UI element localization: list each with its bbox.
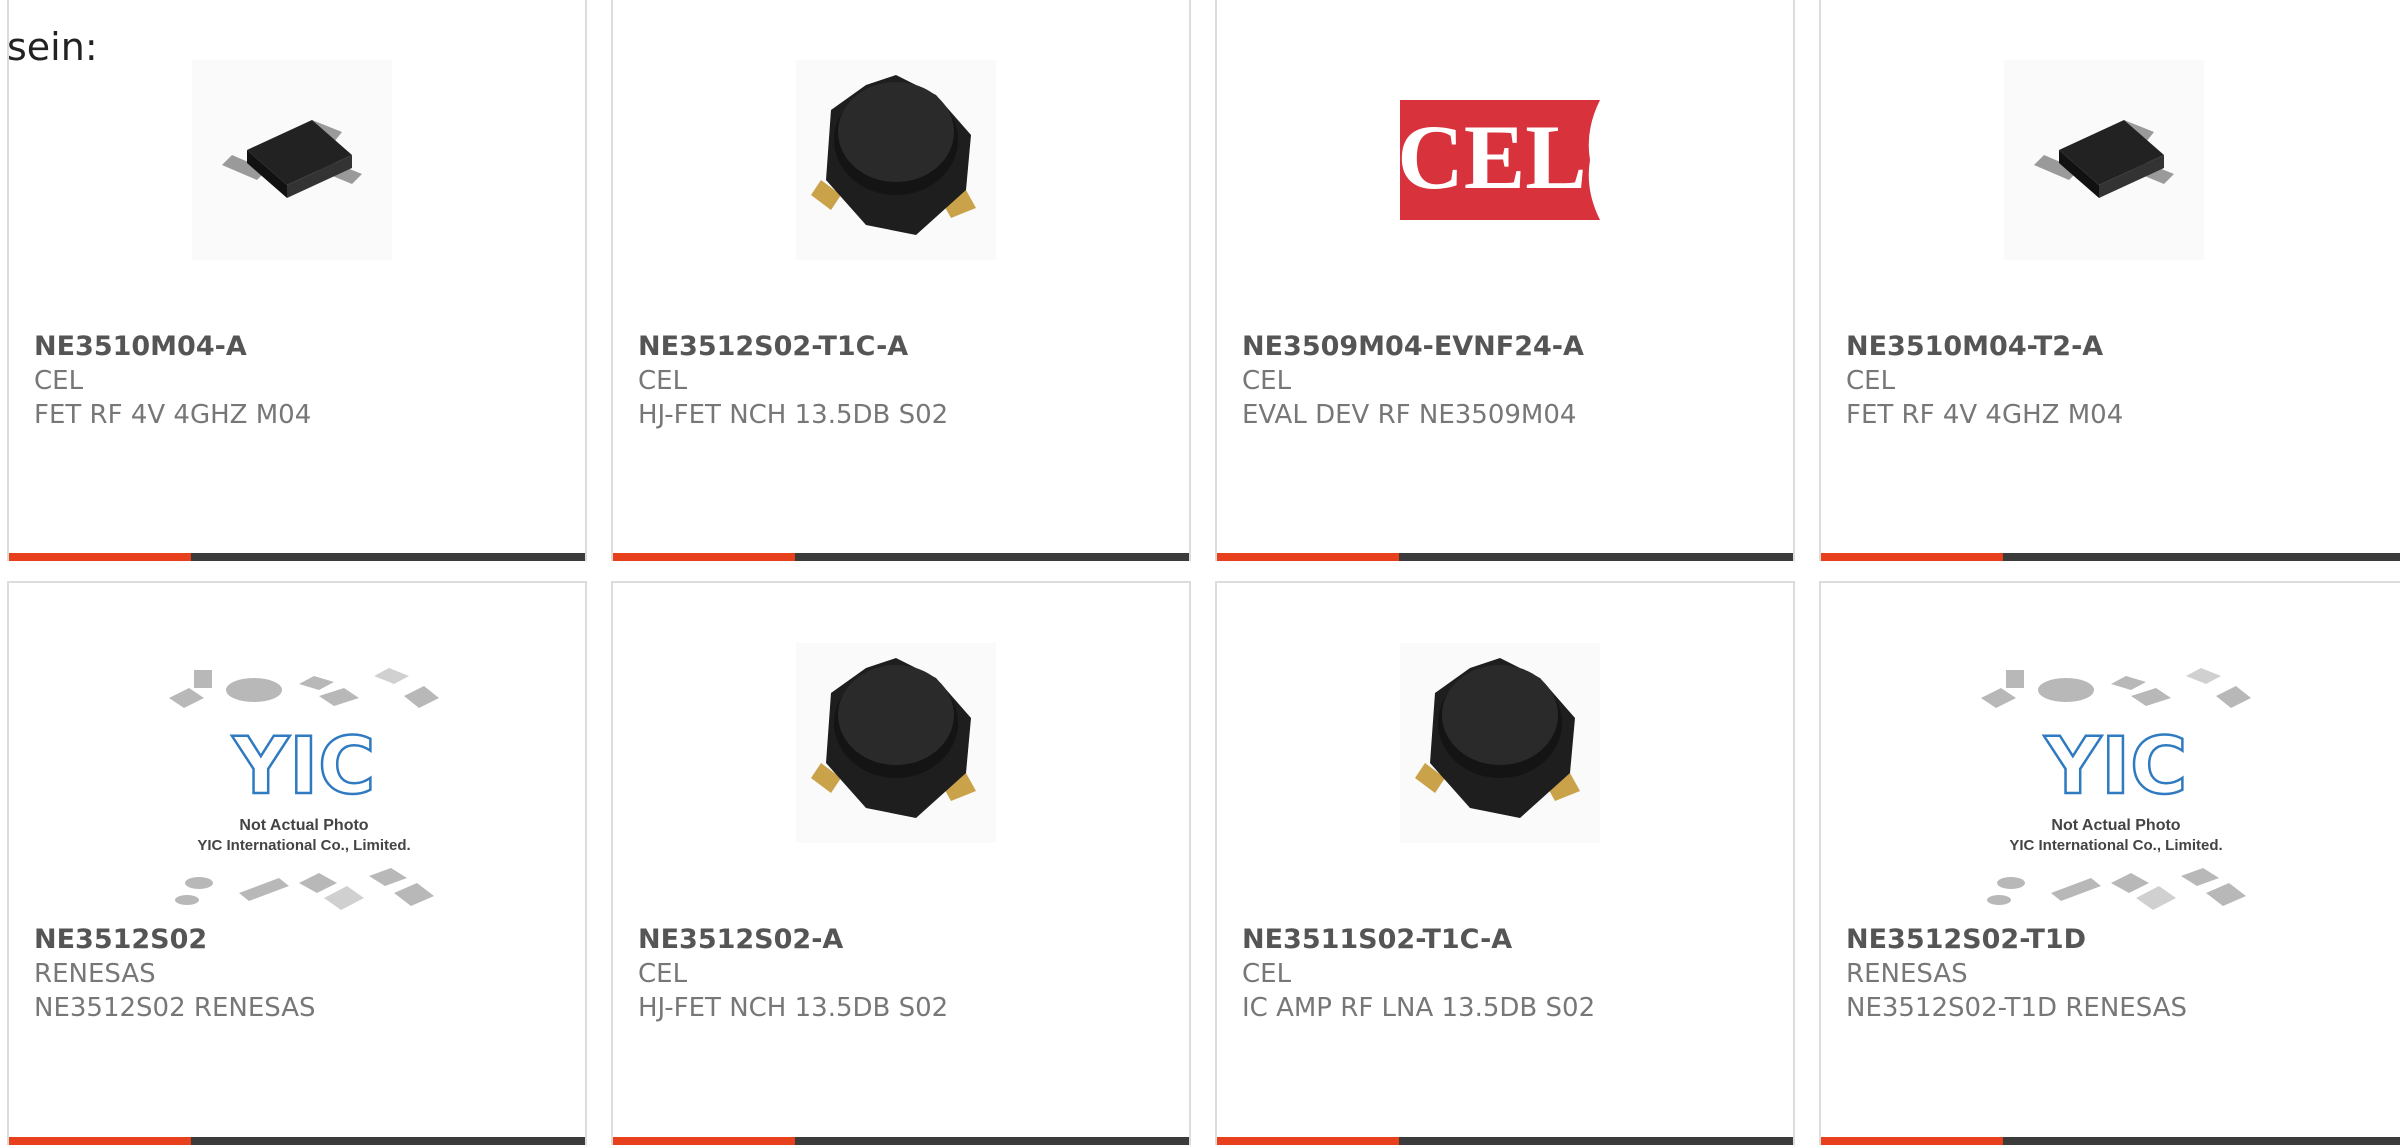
sot-package-icon — [2004, 60, 2204, 260]
description: NE3512S02-T1D RENESAS — [1846, 993, 2187, 1023]
manufacturer: RENESAS — [1846, 959, 1968, 989]
placeholder-line1: Not Actual Photo — [2051, 817, 2180, 834]
description: NE3512S02 RENESAS — [34, 993, 316, 1023]
manufacturer: CEL — [1242, 366, 1292, 396]
intro-text: sein: — [7, 25, 98, 69]
manufacturer: CEL — [638, 366, 688, 396]
s02-package-icon — [1400, 643, 1600, 843]
part-number[interactable]: NE3512S02-T1D — [1846, 923, 2187, 957]
manufacturer: CEL — [34, 366, 84, 396]
product-card[interactable]: NE3510M04-T2-A CEL FET RF 4V 4GHZ M04 — [1819, 0, 2400, 561]
part-number[interactable]: NE3509M04-EVNF24-A — [1242, 330, 1584, 364]
part-number[interactable]: NE3512S02 — [34, 923, 316, 957]
card-bottom-bar — [1217, 1137, 1793, 1145]
description: IC AMP RF LNA 13.5DB S02 — [1242, 993, 1596, 1023]
placeholder-line1: Not Actual Photo — [239, 817, 368, 834]
description: FET RF 4V 4GHZ M04 — [1846, 400, 2124, 430]
yic-logo: YIC — [2044, 722, 2188, 812]
placeholder-line2: YIC International Co., Limited. — [197, 837, 410, 854]
part-number[interactable]: NE3510M04-A — [34, 330, 311, 364]
product-card[interactable]: NE3511S02-T1C-A CEL IC AMP RF LNA 13.5DB… — [1215, 581, 1795, 1145]
description: HJ-FET NCH 13.5DB S02 — [638, 993, 949, 1023]
product-card[interactable]: NE3512S02-T1C-A CEL HJ-FET NCH 13.5DB S0… — [611, 0, 1191, 561]
product-card[interactable]: YIC Not Actual Photo YIC International C… — [7, 581, 587, 1145]
description: HJ-FET NCH 13.5DB S02 — [638, 400, 949, 430]
part-number[interactable]: NE3512S02-T1C-A — [638, 330, 948, 364]
s02-package-icon — [796, 643, 996, 843]
product-card[interactable]: NE3510M04-A CEL FET RF 4V 4GHZ M04 — [7, 0, 587, 561]
description: FET RF 4V 4GHZ M04 — [34, 400, 312, 430]
manufacturer: CEL — [1242, 959, 1292, 989]
manufacturer: CEL — [638, 959, 688, 989]
manufacturer: RENESAS — [34, 959, 156, 989]
not-actual-photo-placeholder: YIC Not Actual Photo YIC International C… — [169, 668, 439, 910]
manufacturer: CEL — [1846, 366, 1896, 396]
product-card[interactable]: CEL NE3509M04-EVNF24-A CEL EVAL DEV RF N… — [1215, 0, 1795, 561]
s02-package-icon — [796, 60, 996, 260]
card-bottom-bar — [1217, 553, 1793, 561]
product-card[interactable]: YIC Not Actual Photo YIC International C… — [1819, 581, 2400, 1145]
placeholder-line2: YIC International Co., Limited. — [2009, 837, 2222, 854]
part-number[interactable]: NE3512S02-A — [638, 923, 948, 957]
cel-logo: CEL — [1400, 100, 1600, 220]
card-bottom-bar — [1821, 1137, 2400, 1145]
sot-package-icon — [192, 60, 392, 260]
product-card[interactable]: NE3512S02-A CEL HJ-FET NCH 13.5DB S02 — [611, 581, 1191, 1145]
card-bottom-bar — [9, 1137, 585, 1145]
card-bottom-bar — [1821, 553, 2400, 561]
yic-logo: YIC — [232, 722, 376, 812]
not-actual-photo-placeholder: YIC Not Actual Photo YIC International C… — [1981, 668, 2251, 910]
card-bottom-bar — [613, 1137, 1189, 1145]
part-number[interactable]: NE3510M04-T2-A — [1846, 330, 2123, 364]
card-bottom-bar — [9, 553, 585, 561]
cel-logo-text: CEL — [1400, 106, 1587, 208]
description: EVAL DEV RF NE3509M04 — [1242, 400, 1577, 430]
part-number[interactable]: NE3511S02-T1C-A — [1242, 923, 1595, 957]
product-grid: NE3510M04-A CEL FET RF 4V 4GHZ M04 NE351… — [0, 0, 2400, 1145]
card-bottom-bar — [613, 553, 1189, 561]
